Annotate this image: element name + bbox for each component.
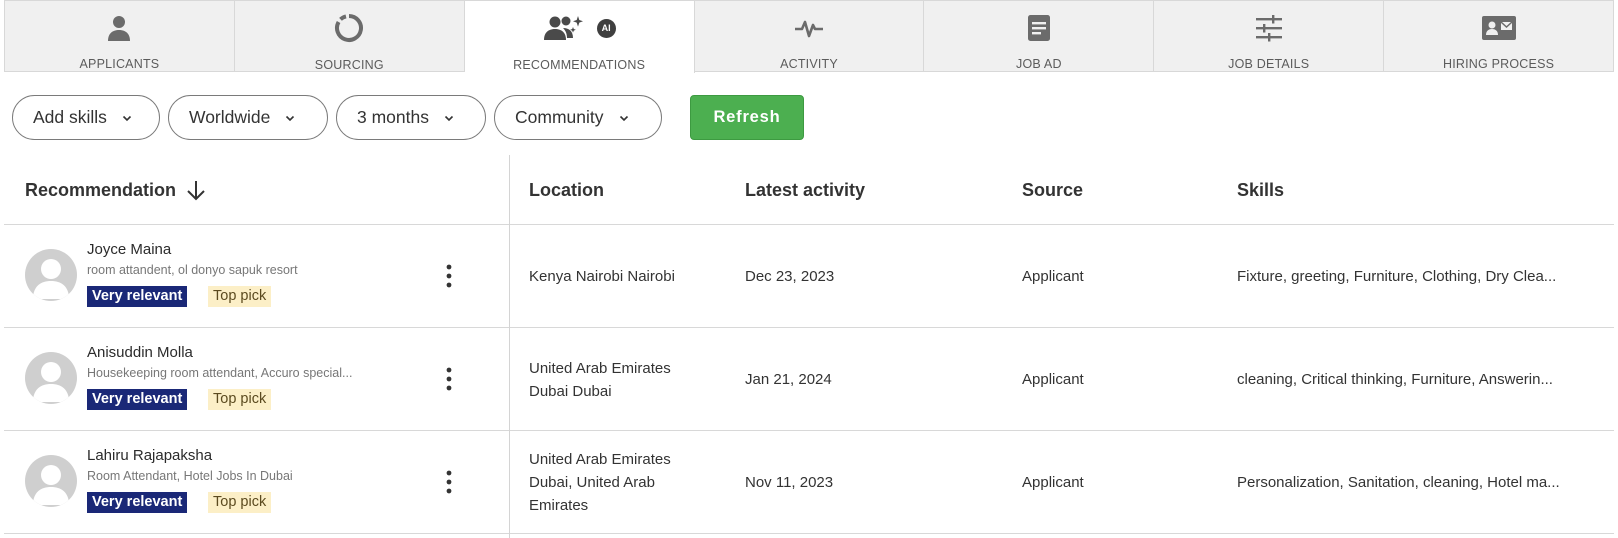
- source-text: Applicant: [1022, 268, 1084, 285]
- period-filter-dropdown[interactable]: 3 months: [336, 95, 486, 140]
- people-sparkle-icon: [543, 16, 583, 40]
- location-cell: United Arab Emirates Dubai Dubai: [529, 328, 709, 431]
- tab-label: JOB DETAILS: [1228, 57, 1310, 71]
- id-card-icon: [1481, 15, 1516, 40]
- avatar: [25, 455, 77, 507]
- activity-text: Dec 23, 2023: [745, 268, 835, 285]
- skills-cell: cleaning, Critical thinking, Furniture, …: [1237, 328, 1593, 431]
- chevron-down-icon: [122, 115, 131, 121]
- relevance-badge: Very relevant: [87, 389, 188, 410]
- default-avatar-icon: [33, 465, 69, 505]
- tab-label: ACTIVITY: [780, 57, 838, 71]
- tab-job-details[interactable]: JOB DETAILS: [1154, 0, 1385, 72]
- location-text: United Arab Emirates Dubai Dubai: [529, 359, 671, 400]
- filter-bar: Add skills Worldwide 3 months Community …: [12, 95, 804, 140]
- relevance-badge: Very relevant: [87, 492, 188, 513]
- arrow-down-icon[interactable]: [186, 179, 206, 201]
- table-row[interactable]: Anisuddin Molla Housekeeping room attend…: [4, 328, 1614, 431]
- sourcing-circle-icon: [335, 14, 364, 42]
- source-cell: Applicant: [1022, 431, 1202, 534]
- tab-applicants[interactable]: APPLICANTS: [4, 0, 235, 72]
- avatar: [25, 352, 77, 404]
- skills-text: Fixture, greeting, Furniture, Clothing, …: [1237, 268, 1557, 285]
- candidate-name[interactable]: Lahiru Rajapaksha: [87, 447, 212, 464]
- location-cell: United Arab Emirates Dubai, United Arab …: [529, 431, 709, 534]
- skills-text: Personalization, Sanitation, cleaning, H…: [1237, 474, 1560, 491]
- more-options-icon[interactable]: [442, 263, 456, 289]
- default-avatar-icon: [33, 362, 69, 402]
- source-cell: Applicant: [1022, 225, 1202, 328]
- candidate-subtitle: Room Attendant, Hotel Jobs In Dubai: [87, 469, 293, 483]
- filter-label: 3 months: [357, 107, 429, 127]
- default-avatar-icon: [33, 259, 69, 299]
- filter-label: Community: [515, 107, 604, 127]
- more-options-icon[interactable]: [442, 366, 456, 392]
- source-cell: Applicant: [1022, 328, 1202, 431]
- relevance-badge: Very relevant: [87, 286, 188, 307]
- tab-job-ad[interactable]: JOB AD: [924, 0, 1155, 72]
- chevron-down-icon: [619, 115, 628, 121]
- location-column-header: Location: [529, 179, 604, 200]
- location-cell: Kenya Nairobi Nairobi: [529, 225, 709, 328]
- candidate-subtitle: Housekeeping room attendant, Accuro spec…: [87, 366, 353, 380]
- latest-activity-cell: Dec 23, 2023: [745, 225, 985, 328]
- recommendations-table: Recommendation Location Latest activity …: [4, 155, 1614, 538]
- table-header: Recommendation Location Latest activity …: [4, 155, 1614, 225]
- tab-label: APPLICANTS: [79, 57, 160, 71]
- candidate-name[interactable]: Anisuddin Molla: [87, 344, 193, 361]
- activity-text: Nov 11, 2023: [745, 474, 834, 491]
- avatar: [25, 249, 77, 301]
- activity-text: Jan 21, 2024: [745, 371, 832, 388]
- top-pick-badge: Top pick: [208, 389, 272, 410]
- source-text: Applicant: [1022, 371, 1084, 388]
- top-pick-badge: Top pick: [208, 492, 272, 513]
- pool-filter-dropdown[interactable]: Community: [494, 95, 662, 140]
- location-text: Kenya Nairobi Nairobi: [529, 268, 675, 285]
- filter-label: Worldwide: [189, 107, 271, 127]
- table-row[interactable]: Joyce Maina room attandent, ol donyo sap…: [4, 225, 1614, 328]
- tab-activity[interactable]: ACTIVITY: [694, 0, 925, 72]
- table-row[interactable]: Lahiru Rajapaksha Room Attendant, Hotel …: [4, 431, 1614, 534]
- tab-label: RECOMMENDATIONS: [513, 58, 646, 72]
- tab-label: SOURCING: [314, 58, 384, 72]
- candidate-name[interactable]: Joyce Maina: [87, 241, 171, 258]
- tab-sourcing[interactable]: SOURCING: [234, 0, 465, 72]
- tab-recommendations[interactable]: AI RECOMMENDATIONS: [464, 0, 695, 73]
- source-column-header: Source: [1022, 179, 1084, 200]
- skills-cell: Fixture, greeting, Furniture, Clothing, …: [1237, 225, 1593, 328]
- more-options-icon[interactable]: [442, 469, 456, 495]
- header-label: Recommendation: [25, 179, 177, 200]
- top-pick-badge: Top pick: [208, 286, 272, 307]
- filter-label: Add skills: [33, 107, 107, 127]
- location-filter-dropdown[interactable]: Worldwide: [168, 95, 328, 140]
- tab-label: JOB AD: [1016, 57, 1062, 71]
- candidate-subtitle: room attandent, ol donyo sapuk resort: [87, 263, 298, 277]
- chevron-down-icon: [444, 115, 454, 121]
- latest-activity-column-header: Latest activity: [745, 179, 866, 200]
- tab-label: HIRING PROCESS: [1443, 57, 1555, 71]
- skills-filter-dropdown[interactable]: Add skills: [12, 95, 160, 140]
- skills-column-header: Skills: [1237, 179, 1285, 200]
- recommendation-column-header[interactable]: Recommendation: [25, 155, 206, 225]
- latest-activity-cell: Nov 11, 2023: [745, 431, 985, 534]
- tab-hiring-process[interactable]: HIRING PROCESS: [1384, 0, 1615, 72]
- refresh-button[interactable]: Refresh: [690, 95, 804, 140]
- ai-badge: AI: [596, 18, 616, 38]
- chevron-down-icon: [286, 115, 295, 121]
- source-text: Applicant: [1022, 474, 1084, 491]
- pulse-icon: [795, 20, 823, 37]
- location-text: United Arab Emirates Dubai, United Arab …: [529, 451, 671, 514]
- skills-text: cleaning, Critical thinking, Furniture, …: [1237, 371, 1553, 388]
- latest-activity-cell: Jan 21, 2024: [745, 328, 985, 431]
- column-divider: [509, 155, 510, 538]
- person-icon: [108, 15, 131, 41]
- sliders-icon: [1255, 14, 1282, 41]
- tab-bar: APPLICANTS SOURCING AI RECOMMENDATIONS A…: [4, 0, 1615, 73]
- skills-cell: Personalization, Sanitation, cleaning, H…: [1237, 431, 1593, 534]
- document-icon: [1027, 14, 1050, 41]
